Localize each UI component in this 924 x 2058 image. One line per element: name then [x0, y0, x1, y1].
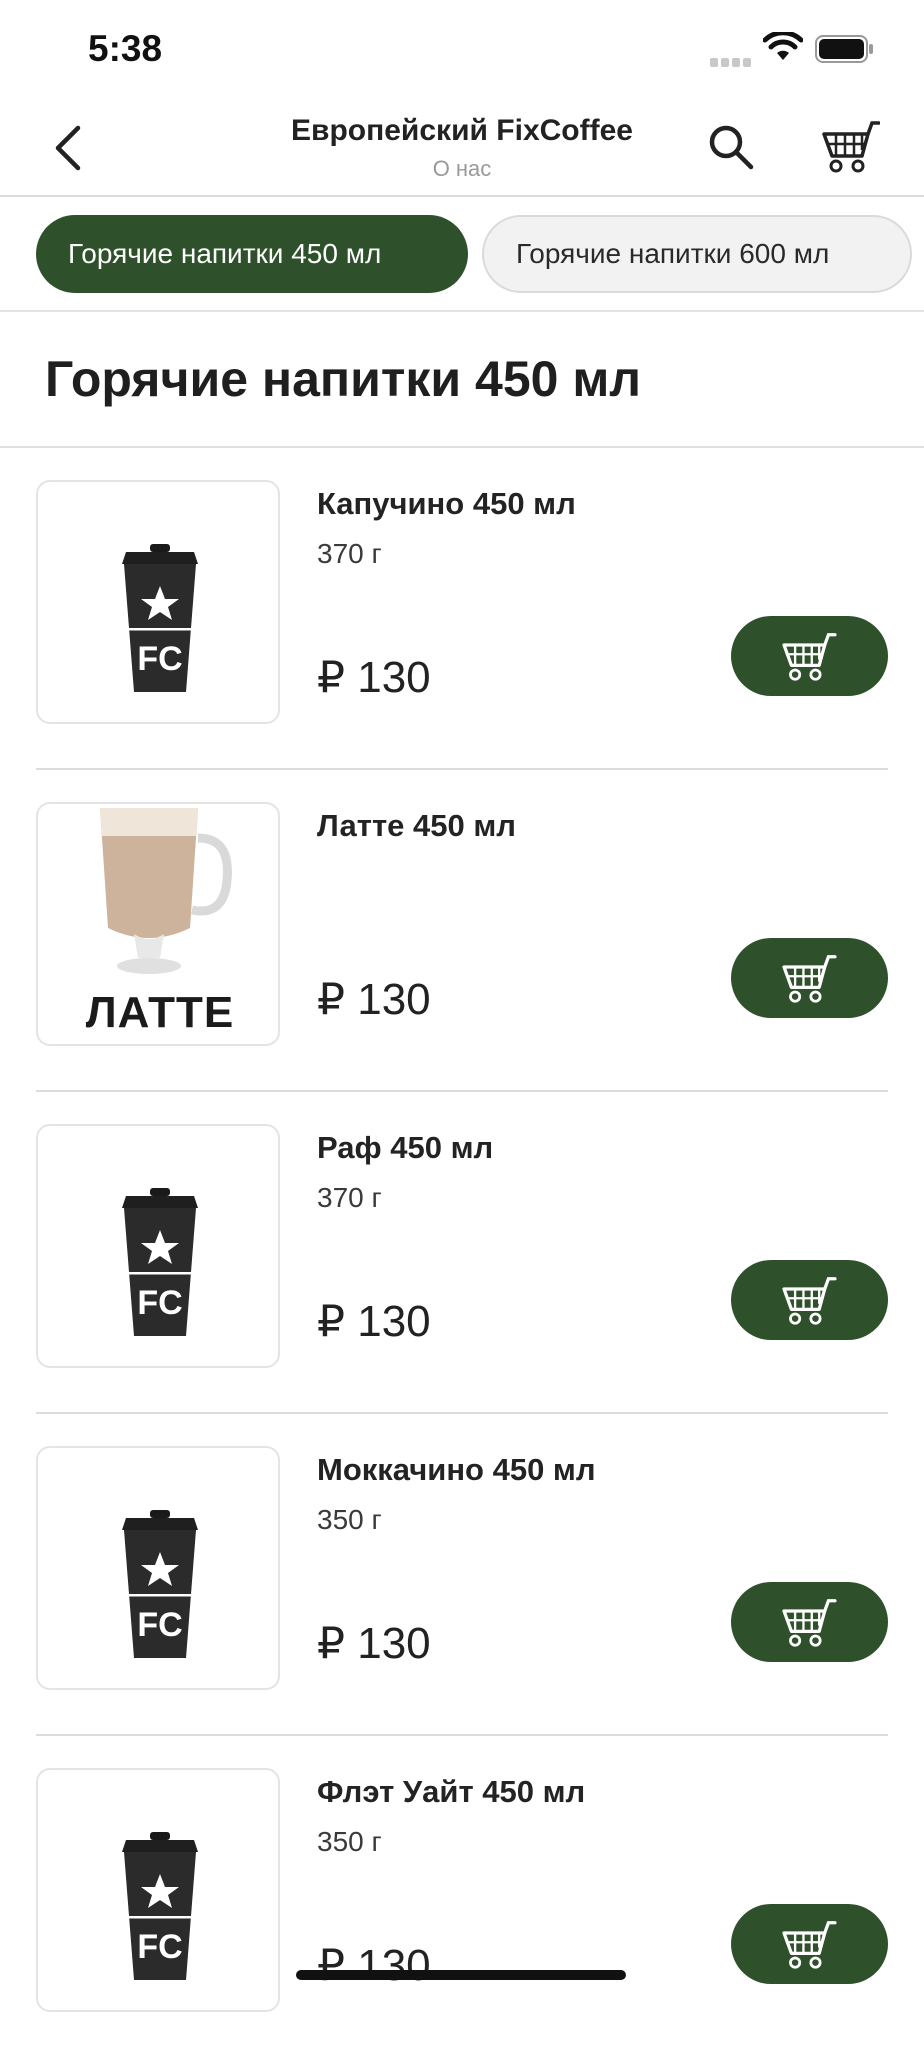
product-weight: 350 г — [317, 1504, 382, 1535]
product-price: ₽ 130 — [317, 975, 431, 1024]
product-item[interactable]: ЛАТТЕ Латте 450 мл ₽ 130 — [36, 770, 888, 1092]
add-to-cart-button[interactable] — [731, 1582, 888, 1662]
product-item[interactable]: FC Моккачино 450 мл 350 г ₽ 130 — [36, 1414, 888, 1736]
add-to-cart-button[interactable] — [731, 1904, 888, 1984]
page-title: Европейский FixCoffee — [291, 114, 633, 147]
product-name: Моккачино 450 мл — [317, 1452, 596, 1487]
product-image: FC — [36, 1768, 280, 2012]
navigation-bar: Европейский FixCoffee О нас — [0, 100, 924, 197]
cart-icon — [782, 1921, 837, 1969]
search-icon[interactable] — [706, 122, 756, 172]
svg-text:FC: FC — [137, 1606, 182, 1644]
product-weight: 350 г — [317, 1826, 382, 1857]
cart-icon — [782, 1599, 837, 1647]
product-image: FC — [36, 1124, 280, 1368]
wifi-icon — [763, 32, 803, 60]
add-to-cart-button[interactable] — [731, 938, 888, 1018]
product-price: ₽ 130 — [317, 1297, 431, 1346]
product-item[interactable]: FC Флэт Уайт 450 мл 350 г ₽ 130 — [36, 1736, 888, 2058]
product-weight: 370 г — [317, 1182, 382, 1213]
cart-icon[interactable] — [822, 120, 880, 174]
status-time: 5:38 — [88, 28, 163, 69]
battery-icon — [815, 35, 873, 63]
tab-hot-drinks-600[interactable]: Горячие напитки 600 мл — [482, 215, 912, 293]
cart-icon — [782, 1277, 837, 1325]
product-weight: 370 г — [317, 538, 382, 569]
product-item[interactable]: FC Раф 450 мл 370 г ₽ 130 — [36, 1092, 888, 1414]
product-name: Латте 450 мл — [317, 808, 516, 843]
coffee-cup-image: FC — [122, 544, 198, 692]
coffee-cup-image: FC — [122, 1188, 198, 1336]
product-image: FC — [36, 480, 280, 724]
product-name: Флэт Уайт 450 мл — [317, 1774, 586, 1809]
svg-text:FC: FC — [137, 640, 182, 678]
coffee-cup-image: FC — [122, 1832, 198, 1980]
add-to-cart-button[interactable] — [731, 616, 888, 696]
about-link[interactable]: О нас — [0, 156, 924, 182]
tab-hot-drinks-450[interactable]: Горячие напитки 450 мл — [36, 215, 468, 293]
status-bar: 5:38 — [0, 0, 924, 100]
product-item[interactable]: FC Капучино 450 мл 370 г ₽ 130 — [36, 448, 888, 770]
cart-icon — [782, 955, 837, 1003]
svg-text:FC: FC — [137, 1928, 182, 1966]
add-to-cart-button[interactable] — [731, 1260, 888, 1340]
svg-text:FC: FC — [137, 1284, 182, 1322]
product-price: ₽ 130 — [317, 653, 431, 702]
product-price: ₽ 130 — [317, 1619, 431, 1668]
product-name: Раф 450 мл — [317, 1130, 494, 1165]
product-image: FC — [36, 1446, 280, 1690]
home-indicator[interactable] — [296, 1970, 626, 1980]
cart-icon — [782, 633, 837, 681]
product-image: ЛАТТЕ — [36, 802, 280, 1046]
cellular-signal-icon — [710, 54, 754, 72]
section-title: Горячие напитки 450 мл — [45, 351, 642, 407]
coffee-cup-image: FC — [122, 1510, 198, 1658]
image-caption: ЛАТТЕ — [85, 988, 235, 1037]
category-tabs: Горячие напитки 450 мл Горячие напитки 6… — [0, 199, 924, 312]
product-price: ₽ 130 — [317, 1941, 431, 1990]
product-name: Капучино 450 мл — [317, 486, 576, 521]
latte-glass-image — [100, 808, 232, 974]
